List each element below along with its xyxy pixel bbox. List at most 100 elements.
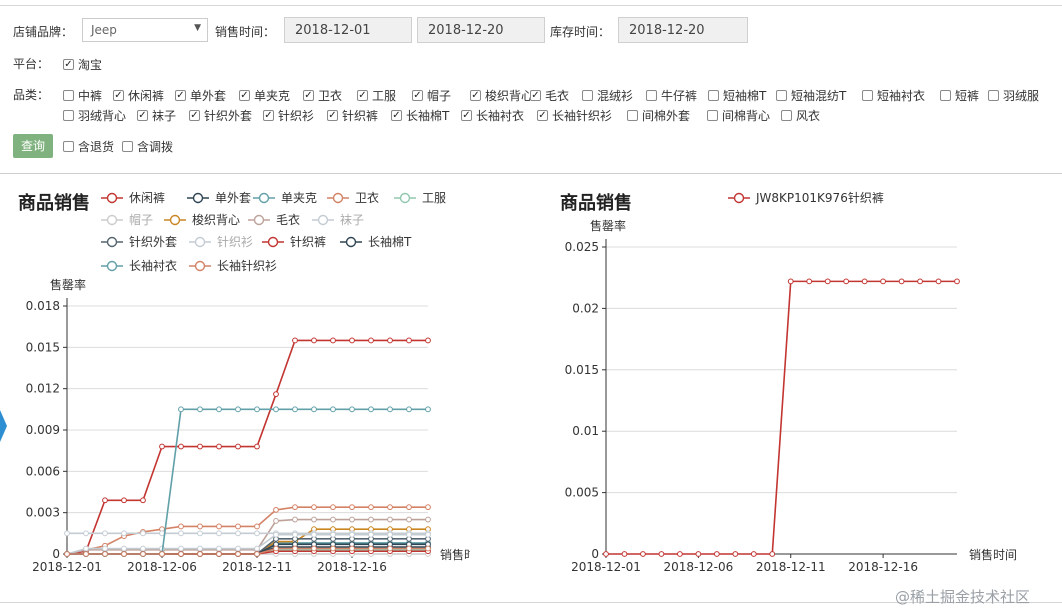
data-point (140, 545, 146, 552)
category-checkbox[interactable]: 短袖棉T (708, 87, 766, 104)
x-tick-label: 2018-12-11 (756, 560, 826, 574)
checkbox-checked-icon: ✓ (357, 89, 368, 101)
sale-start-date-value: 2018-12-01 (295, 23, 371, 38)
category-checkbox[interactable]: ✓ 梭织背心 (470, 87, 533, 104)
y-tick-label: 0.005 (565, 486, 599, 500)
checkbox-checked-icon: ✓ (327, 109, 338, 121)
legend-label: 长袖棉T (368, 234, 412, 249)
data-point (406, 516, 412, 523)
legend-swatch-marker (332, 192, 344, 204)
category-checkbox[interactable]: 混绒衫 (582, 87, 633, 104)
category-checkbox[interactable]: ✓ 长袖衬衣 (461, 107, 524, 124)
y-tick-label: 0 (52, 547, 60, 561)
legend-swatch-marker (169, 214, 181, 226)
checkbox-checked-icon: ✓ (263, 109, 274, 121)
checkbox-unchecked-icon (646, 90, 657, 101)
platform-checkbox-taobao[interactable]: ✓ 淘宝 (63, 56, 102, 73)
include-returns-checkbox[interactable]: 含退货 (63, 138, 114, 155)
data-point (935, 278, 942, 285)
category-checkbox[interactable]: ✓ 休闲裤 (113, 87, 164, 104)
data-point (330, 406, 336, 413)
category-checkbox[interactable]: 短袖混纺T (776, 87, 846, 104)
category-checkbox[interactable]: ✓ 针织衫 (263, 107, 314, 124)
y-tick-label: 0.015 (565, 363, 599, 377)
query-button[interactable]: 查询 (13, 134, 53, 158)
y-tick-label: 0.025 (565, 240, 599, 254)
include-transfers-checkbox[interactable]: 含调拨 (122, 138, 173, 155)
category-label-text: 毛衣 (545, 89, 570, 103)
category-checkbox[interactable]: ✓ 长袖棉T (391, 107, 449, 124)
category-checkbox[interactable]: 牛仔裤 (646, 87, 697, 104)
category-label-text: 长袖棉T (406, 109, 450, 123)
sale-end-date-value: 2018-12-20 (428, 23, 504, 38)
data-point (695, 551, 702, 557)
checkbox-checked-icon: ✓ (391, 109, 402, 121)
data-point (330, 545, 336, 552)
stock-date-input[interactable]: 2018-12-20 (618, 17, 748, 43)
data-point (121, 545, 127, 552)
legend-label: 单外套 (215, 191, 251, 205)
category-checkbox[interactable]: 间棉外套 (627, 107, 690, 124)
data-point (292, 504, 298, 511)
sale-end-date-input[interactable]: 2018-12-20 (417, 17, 545, 43)
category-checkbox[interactable]: ✓ 长袖针织衫 (537, 107, 612, 124)
category-label-text: 羽绒服 (1003, 89, 1040, 103)
data-point (178, 406, 184, 413)
category-checkbox[interactable]: ✓ 毛衣 (530, 87, 569, 104)
data-point (368, 545, 374, 552)
sale-start-date-input[interactable]: 2018-12-01 (284, 17, 412, 43)
platform-label: 平台： (13, 57, 50, 71)
legend-swatch-marker (267, 236, 279, 248)
legend-label: 长袖衬衣 (129, 258, 177, 273)
category-checkbox[interactable]: ✓ 单夹克 (239, 87, 290, 104)
category-checkbox[interactable]: ✓ 针织外套 (189, 107, 252, 124)
data-point (330, 516, 336, 523)
data-point (121, 530, 127, 537)
y-tick-label: 0.01 (572, 424, 599, 438)
category-checkbox[interactable]: 短袖衬衣 (862, 87, 925, 104)
legend-label: 针织裤 (290, 234, 326, 249)
category-checkbox[interactable]: 短裤 (940, 87, 979, 104)
data-point (216, 551, 222, 557)
category-checkbox[interactable]: ✓ 袜子 (137, 107, 176, 124)
data-point (330, 337, 336, 344)
y-tick-label: 0.015 (26, 340, 60, 354)
data-point (311, 504, 317, 511)
data-point (880, 278, 887, 285)
data-point (425, 545, 431, 552)
category-label-text: 帽子 (427, 89, 452, 103)
stock-date-value: 2018-12-20 (629, 23, 705, 38)
category-label-text: 羽绒背心 (78, 109, 127, 123)
data-point (159, 551, 165, 557)
category-label-text: 卫衣 (318, 89, 343, 103)
checkbox-checked-icon: ✓ (63, 58, 74, 70)
data-point (861, 278, 868, 285)
category-checkbox[interactable]: ✓ 单外套 (175, 87, 226, 104)
brand-label: 店铺品牌： (13, 25, 74, 39)
category-label-text: 间棉背心 (722, 109, 771, 123)
checkbox-checked-icon: ✓ (530, 89, 541, 101)
data-point (621, 551, 628, 557)
data-point (178, 523, 184, 530)
data-point (254, 523, 260, 530)
data-point (254, 551, 260, 557)
category-checkbox[interactable]: 间棉背心 (707, 107, 770, 124)
data-point (254, 443, 260, 450)
legend-label: 卫衣 (355, 190, 379, 205)
category-checkbox[interactable]: 风衣 (781, 107, 820, 124)
y-tick-label: 0.009 (26, 423, 60, 437)
category-checkbox[interactable]: ✓ 帽子 (412, 87, 451, 104)
series-line (606, 280, 957, 555)
legend-swatch-marker (106, 236, 118, 248)
data-point (349, 516, 355, 523)
brand-select[interactable]: Jeep ▼ (82, 18, 208, 42)
category-checkbox[interactable]: 中裤 (63, 87, 102, 104)
category-checkbox[interactable]: ✓ 针织裤 (327, 107, 378, 124)
category-checkbox[interactable]: ✓ 卫衣 (303, 87, 342, 104)
data-point (83, 551, 89, 557)
category-checkbox[interactable]: 羽绒服 (988, 87, 1039, 104)
category-checkbox[interactable]: 羽绒背心 (63, 107, 126, 124)
category-checkbox[interactable]: ✓ 工服 (357, 87, 396, 104)
checkbox-unchecked-icon (776, 90, 787, 101)
data-point (254, 406, 260, 413)
